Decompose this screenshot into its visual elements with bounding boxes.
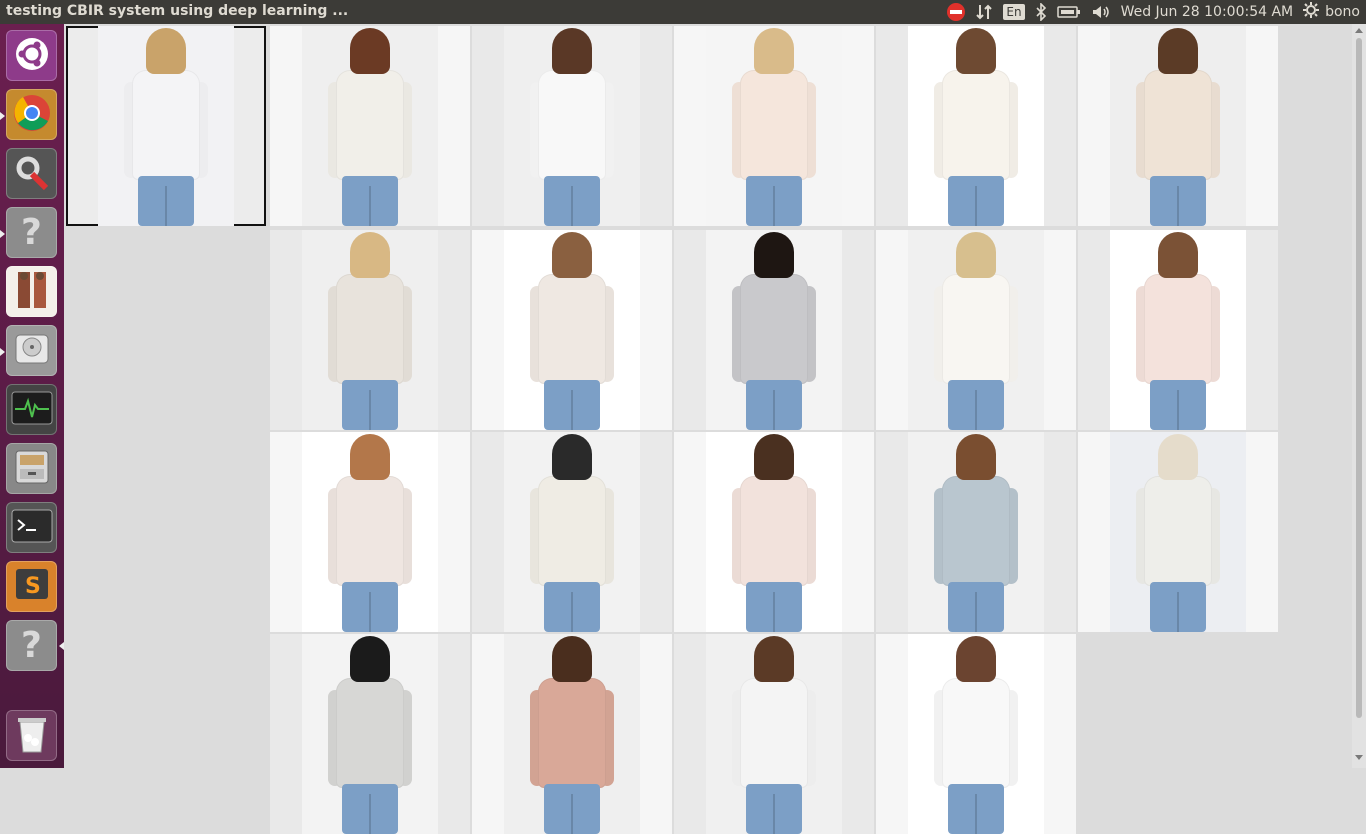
launcher-terminal[interactable]: [6, 502, 57, 553]
launcher-settings[interactable]: [6, 148, 57, 199]
result-image[interactable]: [472, 230, 672, 430]
user-name: bono: [1325, 4, 1360, 20]
transfer-arrows-icon[interactable]: [975, 0, 993, 24]
product-photo: [706, 432, 842, 632]
result-image[interactable]: [1078, 26, 1278, 226]
question-mark-icon: ?: [21, 212, 42, 253]
top-panel: testing CBIR system using deep learning …: [0, 0, 1366, 24]
system-settings-icon: [12, 152, 52, 196]
result-image[interactable]: [876, 634, 1076, 834]
launcher-trash[interactable]: [6, 710, 57, 761]
product-photo: [302, 230, 438, 430]
product-photo: [302, 634, 438, 834]
window-title: testing CBIR system using deep learning …: [6, 3, 349, 19]
result-image[interactable]: [876, 26, 1076, 226]
results-grid: [64, 24, 1352, 834]
launcher-unknown-app[interactable]: ?: [6, 207, 57, 258]
volume-icon[interactable]: [1091, 0, 1111, 24]
gear-icon: [1303, 2, 1320, 22]
product-photo: [504, 432, 640, 632]
product-photo: [1110, 432, 1246, 632]
scroll-down-arrow-icon[interactable]: [1355, 755, 1363, 760]
clock[interactable]: Wed Jun 28 10:00:54 AM: [1121, 0, 1294, 24]
session-menu[interactable]: bono: [1303, 0, 1360, 24]
question-mark-icon: ?: [21, 625, 42, 666]
ubuntu-logo-icon: [14, 36, 50, 76]
hard-disk-icon: [12, 331, 52, 371]
product-photo: [1110, 230, 1246, 430]
result-image[interactable]: [1078, 230, 1278, 430]
result-image[interactable]: [270, 432, 470, 632]
system-monitor-icon: [11, 391, 53, 429]
launcher-disk[interactable]: [6, 325, 57, 376]
running-indicator: [0, 230, 5, 238]
trash-icon: [14, 714, 50, 758]
scrollbar-thumb[interactable]: [1356, 38, 1362, 718]
result-image[interactable]: [270, 230, 470, 430]
product-photo: [908, 634, 1044, 834]
scroll-up-arrow-icon[interactable]: [1355, 28, 1363, 33]
result-image[interactable]: [674, 230, 874, 430]
sublime-text-icon: S: [12, 565, 52, 609]
launcher: ? S ?: [0, 24, 64, 768]
product-photo: [1110, 26, 1246, 226]
running-indicator: [0, 112, 5, 120]
result-image[interactable]: [270, 634, 470, 834]
product-photo: [908, 26, 1044, 226]
product-photo: [302, 26, 438, 226]
image-viewer-icon: [14, 268, 50, 316]
launcher-sublime[interactable]: S: [6, 561, 57, 612]
no-network-icon[interactable]: [947, 0, 966, 24]
result-image[interactable]: [674, 432, 874, 632]
product-photo: [98, 26, 234, 226]
indicator-area: En Wed Jun 28 10:00:54 AM bono: [937, 0, 1360, 24]
launcher-system-monitor[interactable]: [6, 384, 57, 435]
launcher-chrome[interactable]: [6, 89, 57, 140]
product-photo: [504, 230, 640, 430]
product-photo: [706, 634, 842, 834]
keyboard-language-indicator[interactable]: En: [1003, 0, 1025, 24]
result-image[interactable]: [472, 432, 672, 632]
result-image[interactable]: [1078, 432, 1278, 632]
running-indicator: [0, 348, 5, 356]
launcher-file-cabinet[interactable]: [6, 443, 57, 494]
product-photo: [908, 230, 1044, 430]
product-photo: [504, 634, 640, 834]
chrome-icon: [12, 93, 52, 137]
product-photo: [908, 432, 1044, 632]
product-photo: [706, 26, 842, 226]
product-photo: [302, 432, 438, 632]
result-image[interactable]: [270, 26, 470, 226]
bluetooth-icon[interactable]: [1035, 0, 1047, 24]
result-image[interactable]: [472, 26, 672, 226]
launcher-unknown-app-2[interactable]: ?: [6, 620, 57, 671]
result-image[interactable]: [876, 230, 1076, 430]
launcher-dash[interactable]: [6, 30, 57, 81]
launcher-image-viewer[interactable]: [6, 266, 57, 317]
file-cabinet-icon: [12, 447, 52, 491]
terminal-icon: [11, 509, 53, 547]
product-photo: [706, 230, 842, 430]
battery-icon[interactable]: [1056, 0, 1081, 24]
vertical-scrollbar[interactable]: [1352, 24, 1366, 768]
product-photo: [504, 26, 640, 226]
svg-text:S: S: [25, 574, 41, 599]
result-image[interactable]: [472, 634, 672, 834]
result-image[interactable]: [674, 634, 874, 834]
result-image[interactable]: [674, 26, 874, 226]
result-image[interactable]: [876, 432, 1076, 632]
query-image[interactable]: [66, 26, 266, 226]
